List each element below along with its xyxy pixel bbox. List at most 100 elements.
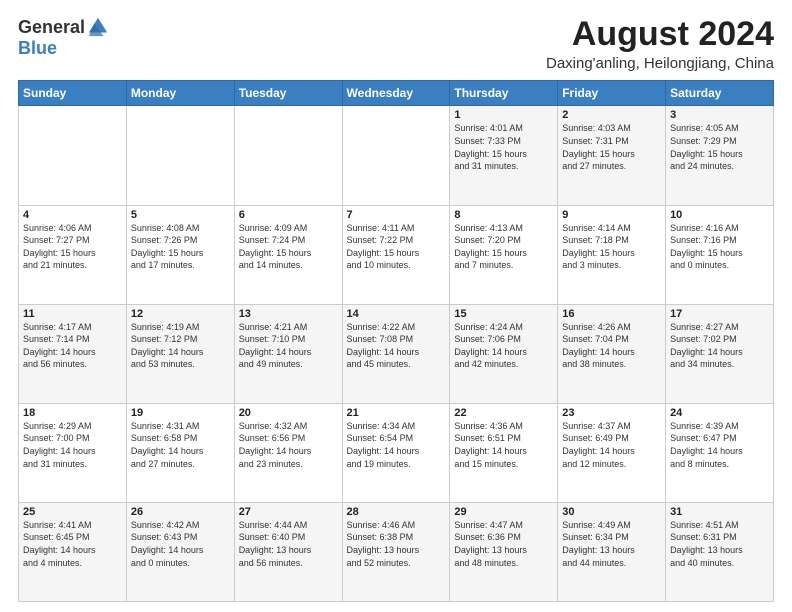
logo-general-text: General — [18, 17, 85, 38]
day-number: 26 — [131, 506, 230, 518]
logo: General Blue — [18, 16, 109, 59]
day-number: 29 — [454, 506, 553, 518]
day-info: Sunrise: 4:06 AM Sunset: 7:27 PM Dayligh… — [23, 222, 122, 272]
table-row: 11Sunrise: 4:17 AM Sunset: 7:14 PM Dayli… — [19, 304, 127, 403]
week-row-5: 25Sunrise: 4:41 AM Sunset: 6:45 PM Dayli… — [19, 502, 774, 601]
table-row: 13Sunrise: 4:21 AM Sunset: 7:10 PM Dayli… — [234, 304, 342, 403]
day-number: 9 — [562, 209, 661, 221]
table-row: 27Sunrise: 4:44 AM Sunset: 6:40 PM Dayli… — [234, 502, 342, 601]
header: General Blue August 2024 Daxing'anling, … — [18, 16, 774, 72]
day-info: Sunrise: 4:51 AM Sunset: 6:31 PM Dayligh… — [670, 519, 769, 569]
day-info: Sunrise: 4:13 AM Sunset: 7:20 PM Dayligh… — [454, 222, 553, 272]
day-info: Sunrise: 4:42 AM Sunset: 6:43 PM Dayligh… — [131, 519, 230, 569]
day-info: Sunrise: 4:03 AM Sunset: 7:31 PM Dayligh… — [562, 122, 661, 172]
col-friday: Friday — [558, 81, 666, 106]
table-row: 7Sunrise: 4:11 AM Sunset: 7:22 PM Daylig… — [342, 205, 450, 304]
day-info: Sunrise: 4:39 AM Sunset: 6:47 PM Dayligh… — [670, 420, 769, 470]
day-info: Sunrise: 4:37 AM Sunset: 6:49 PM Dayligh… — [562, 420, 661, 470]
table-row: 10Sunrise: 4:16 AM Sunset: 7:16 PM Dayli… — [666, 205, 774, 304]
day-info: Sunrise: 4:29 AM Sunset: 7:00 PM Dayligh… — [23, 420, 122, 470]
calendar-table: Sunday Monday Tuesday Wednesday Thursday… — [18, 80, 774, 602]
day-info: Sunrise: 4:24 AM Sunset: 7:06 PM Dayligh… — [454, 321, 553, 371]
day-info: Sunrise: 4:17 AM Sunset: 7:14 PM Dayligh… — [23, 321, 122, 371]
day-number: 16 — [562, 308, 661, 320]
week-row-4: 18Sunrise: 4:29 AM Sunset: 7:00 PM Dayli… — [19, 403, 774, 502]
table-row — [234, 106, 342, 205]
table-row: 18Sunrise: 4:29 AM Sunset: 7:00 PM Dayli… — [19, 403, 127, 502]
day-number: 11 — [23, 308, 122, 320]
table-row: 5Sunrise: 4:08 AM Sunset: 7:26 PM Daylig… — [126, 205, 234, 304]
table-row: 19Sunrise: 4:31 AM Sunset: 6:58 PM Dayli… — [126, 403, 234, 502]
month-year-title: August 2024 — [546, 16, 774, 53]
day-info: Sunrise: 4:32 AM Sunset: 6:56 PM Dayligh… — [239, 420, 338, 470]
col-monday: Monday — [126, 81, 234, 106]
day-number: 1 — [454, 109, 553, 121]
col-tuesday: Tuesday — [234, 81, 342, 106]
day-number: 15 — [454, 308, 553, 320]
table-row — [342, 106, 450, 205]
weekday-header-row: Sunday Monday Tuesday Wednesday Thursday… — [19, 81, 774, 106]
day-info: Sunrise: 4:31 AM Sunset: 6:58 PM Dayligh… — [131, 420, 230, 470]
day-number: 4 — [23, 209, 122, 221]
table-row: 21Sunrise: 4:34 AM Sunset: 6:54 PM Dayli… — [342, 403, 450, 502]
table-row: 2Sunrise: 4:03 AM Sunset: 7:31 PM Daylig… — [558, 106, 666, 205]
location-subtitle: Daxing'anling, Heilongjiang, China — [546, 55, 774, 72]
day-number: 23 — [562, 407, 661, 419]
table-row: 17Sunrise: 4:27 AM Sunset: 7:02 PM Dayli… — [666, 304, 774, 403]
day-number: 21 — [347, 407, 446, 419]
day-number: 24 — [670, 407, 769, 419]
day-number: 17 — [670, 308, 769, 320]
table-row: 1Sunrise: 4:01 AM Sunset: 7:33 PM Daylig… — [450, 106, 558, 205]
page: General Blue August 2024 Daxing'anling, … — [0, 0, 792, 612]
table-row: 8Sunrise: 4:13 AM Sunset: 7:20 PM Daylig… — [450, 205, 558, 304]
day-info: Sunrise: 4:19 AM Sunset: 7:12 PM Dayligh… — [131, 321, 230, 371]
logo-icon — [87, 16, 109, 38]
day-number: 18 — [23, 407, 122, 419]
day-info: Sunrise: 4:09 AM Sunset: 7:24 PM Dayligh… — [239, 222, 338, 272]
day-number: 22 — [454, 407, 553, 419]
table-row — [126, 106, 234, 205]
table-row: 28Sunrise: 4:46 AM Sunset: 6:38 PM Dayli… — [342, 502, 450, 601]
day-info: Sunrise: 4:11 AM Sunset: 7:22 PM Dayligh… — [347, 222, 446, 272]
table-row: 30Sunrise: 4:49 AM Sunset: 6:34 PM Dayli… — [558, 502, 666, 601]
day-info: Sunrise: 4:41 AM Sunset: 6:45 PM Dayligh… — [23, 519, 122, 569]
table-row: 4Sunrise: 4:06 AM Sunset: 7:27 PM Daylig… — [19, 205, 127, 304]
logo-blue-text: Blue — [18, 38, 57, 59]
day-number: 30 — [562, 506, 661, 518]
day-info: Sunrise: 4:34 AM Sunset: 6:54 PM Dayligh… — [347, 420, 446, 470]
day-info: Sunrise: 4:46 AM Sunset: 6:38 PM Dayligh… — [347, 519, 446, 569]
day-info: Sunrise: 4:01 AM Sunset: 7:33 PM Dayligh… — [454, 122, 553, 172]
day-info: Sunrise: 4:05 AM Sunset: 7:29 PM Dayligh… — [670, 122, 769, 172]
table-row: 12Sunrise: 4:19 AM Sunset: 7:12 PM Dayli… — [126, 304, 234, 403]
day-number: 2 — [562, 109, 661, 121]
day-number: 14 — [347, 308, 446, 320]
day-number: 10 — [670, 209, 769, 221]
day-number: 7 — [347, 209, 446, 221]
day-number: 6 — [239, 209, 338, 221]
table-row: 24Sunrise: 4:39 AM Sunset: 6:47 PM Dayli… — [666, 403, 774, 502]
week-row-1: 1Sunrise: 4:01 AM Sunset: 7:33 PM Daylig… — [19, 106, 774, 205]
table-row: 14Sunrise: 4:22 AM Sunset: 7:08 PM Dayli… — [342, 304, 450, 403]
day-number: 20 — [239, 407, 338, 419]
week-row-3: 11Sunrise: 4:17 AM Sunset: 7:14 PM Dayli… — [19, 304, 774, 403]
day-info: Sunrise: 4:49 AM Sunset: 6:34 PM Dayligh… — [562, 519, 661, 569]
table-row: 3Sunrise: 4:05 AM Sunset: 7:29 PM Daylig… — [666, 106, 774, 205]
day-number: 13 — [239, 308, 338, 320]
table-row: 6Sunrise: 4:09 AM Sunset: 7:24 PM Daylig… — [234, 205, 342, 304]
table-row: 22Sunrise: 4:36 AM Sunset: 6:51 PM Dayli… — [450, 403, 558, 502]
day-number: 25 — [23, 506, 122, 518]
day-number: 19 — [131, 407, 230, 419]
day-info: Sunrise: 4:44 AM Sunset: 6:40 PM Dayligh… — [239, 519, 338, 569]
day-info: Sunrise: 4:27 AM Sunset: 7:02 PM Dayligh… — [670, 321, 769, 371]
day-info: Sunrise: 4:26 AM Sunset: 7:04 PM Dayligh… — [562, 321, 661, 371]
day-number: 3 — [670, 109, 769, 121]
table-row — [19, 106, 127, 205]
day-number: 27 — [239, 506, 338, 518]
table-row: 26Sunrise: 4:42 AM Sunset: 6:43 PM Dayli… — [126, 502, 234, 601]
day-number: 31 — [670, 506, 769, 518]
col-sunday: Sunday — [19, 81, 127, 106]
week-row-2: 4Sunrise: 4:06 AM Sunset: 7:27 PM Daylig… — [19, 205, 774, 304]
day-info: Sunrise: 4:22 AM Sunset: 7:08 PM Dayligh… — [347, 321, 446, 371]
col-wednesday: Wednesday — [342, 81, 450, 106]
day-info: Sunrise: 4:47 AM Sunset: 6:36 PM Dayligh… — [454, 519, 553, 569]
